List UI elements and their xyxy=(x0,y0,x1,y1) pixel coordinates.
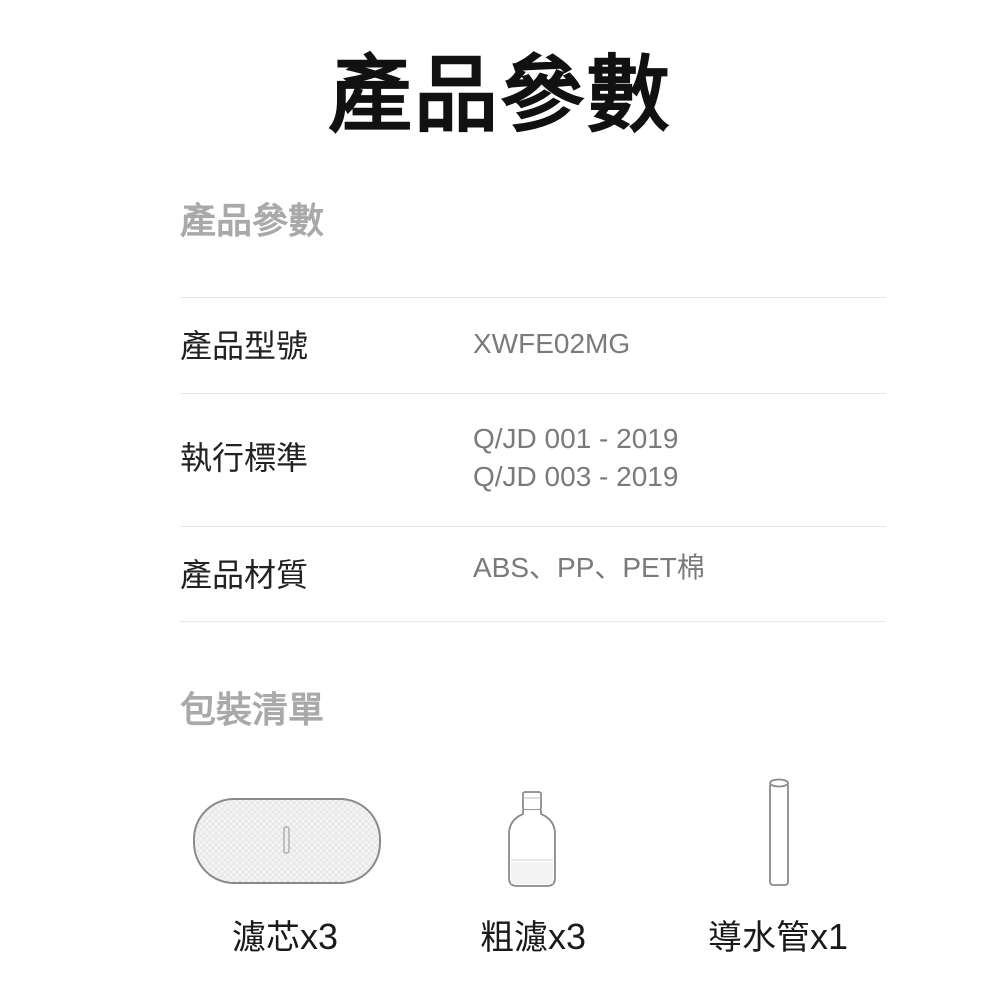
spec-value: XWFE02MG xyxy=(473,325,630,363)
package-item-name: 濾芯 xyxy=(232,918,300,958)
spec-table: 產品型號 XWFE02MG 執行標準 Q/JD 001 - 2019 Q/JD … xyxy=(180,297,886,622)
filter-cartridge-icon xyxy=(192,797,382,885)
specs-heading: 產品參數 xyxy=(180,201,325,242)
spec-row-standard: 執行標準 Q/JD 001 - 2019 Q/JD 003 - 2019 xyxy=(180,393,886,526)
package-item-qty: x3 xyxy=(548,916,587,957)
package-item-qty: x1 xyxy=(810,916,849,957)
spec-value-line: XWFE02MG xyxy=(473,328,631,359)
spec-row-material: 產品材質 ABS、PP、PET棉 xyxy=(180,526,886,622)
water-pipe-icon xyxy=(767,777,791,887)
package-item-qty: x3 xyxy=(300,916,339,957)
spec-label: 產品型號 xyxy=(180,327,309,365)
page-title: 產品參數 xyxy=(327,46,672,144)
package-item-coarse-filter: 粗濾x3 xyxy=(480,915,586,960)
spec-label: 產品材質 xyxy=(180,556,309,594)
package-item-name: 粗濾 xyxy=(480,918,548,958)
coarse-filter-icon xyxy=(505,790,559,890)
package-heading: 包裝清單 xyxy=(180,690,325,731)
package-item-name: 導水管 xyxy=(708,918,810,958)
spec-value: Q/JD 001 - 2019 Q/JD 003 - 2019 xyxy=(473,420,678,496)
spec-value-line: Q/JD 003 - 2019 xyxy=(473,461,679,492)
spec-value-line: ABS、PP、PET棉 xyxy=(473,552,705,583)
spec-row-model: 產品型號 XWFE02MG xyxy=(180,297,886,393)
spec-value: ABS、PP、PET棉 xyxy=(473,549,705,587)
package-item-pipe: 導水管x1 xyxy=(708,915,848,960)
package-item-filter: 濾芯x3 xyxy=(232,915,338,960)
spec-value-line: Q/JD 001 - 2019 xyxy=(473,423,679,454)
spec-label: 執行標準 xyxy=(180,439,309,477)
